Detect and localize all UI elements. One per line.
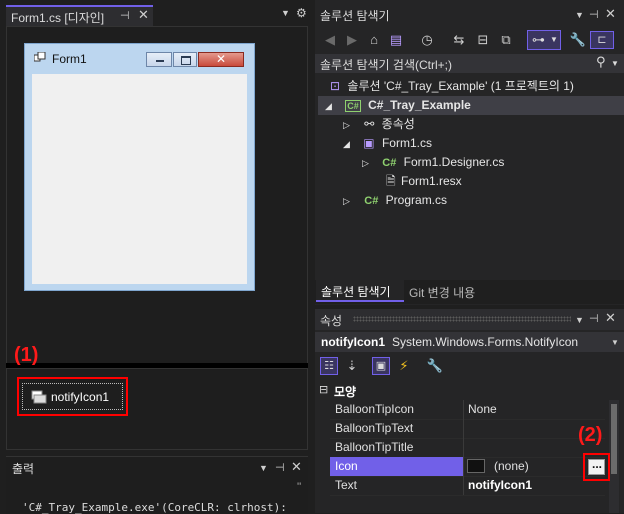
expanded-arrow-icon: ◢ bbox=[343, 139, 350, 149]
tab-git-changes[interactable]: Git 변경 내용 bbox=[409, 284, 475, 301]
props-close-icon[interactable]: ✕ bbox=[605, 310, 616, 326]
csharp-file-icon: C# bbox=[382, 157, 397, 169]
property-row-balloontipicon[interactable]: BalloonTipIcon None bbox=[330, 400, 605, 420]
tab-solution-explorer[interactable]: 솔루션 탐색기 bbox=[316, 280, 404, 302]
properties-toggle-button[interactable]: ⊏ bbox=[590, 31, 614, 49]
properties-titlebar: 속성 ▼ ⊣ ✕ bbox=[315, 309, 624, 330]
pending-changes-icon[interactable]: ◷ bbox=[418, 31, 436, 49]
tree-form1[interactable]: ◢ ▣ Form1.cs bbox=[343, 134, 432, 153]
object-type: System.Windows.Forms.NotifyIcon bbox=[392, 335, 579, 349]
search-options-icon[interactable]: ▼ bbox=[611, 59, 619, 68]
property-row-balloontiptext[interactable]: BalloonTipText bbox=[330, 419, 605, 439]
object-name: notifyIcon1 bbox=[321, 335, 386, 349]
preview-dropdown-icon: ▼ bbox=[550, 35, 558, 44]
dependencies-icon: ⚯ bbox=[364, 117, 375, 131]
tree-form1-resx[interactable]: 🗎 Form1.resx bbox=[386, 172, 462, 191]
tree-project[interactable]: ◢ C# C#_Tray_Example bbox=[325, 96, 471, 115]
se-dropdown-icon[interactable]: ▼ bbox=[575, 10, 584, 20]
output-close-icon[interactable]: ✕ bbox=[291, 459, 302, 475]
close-icon[interactable]: ✕ bbox=[138, 7, 149, 23]
properties-scrollbar[interactable] bbox=[609, 400, 619, 513]
form-client-area[interactable] bbox=[32, 74, 247, 284]
output-pin-icon[interactable]: ⊣ bbox=[275, 461, 285, 474]
object-dropdown-icon: ▼ bbox=[611, 338, 619, 347]
tree-dependencies[interactable]: ▷ ⚯ 종속성 bbox=[343, 115, 415, 134]
preview-icon: ⊶ bbox=[532, 32, 545, 47]
tree-form1-designer[interactable]: ▷ C# Form1.Designer.cs bbox=[362, 153, 504, 172]
collapse-all-icon[interactable]: ⊟ bbox=[474, 31, 492, 49]
property-row-balloontiptitle[interactable]: BalloonTipTitle bbox=[330, 438, 605, 458]
collapsed-arrow-icon: ▷ bbox=[362, 158, 369, 168]
dropdown-icon[interactable]: ▼ bbox=[281, 8, 290, 18]
callout-2: (2) bbox=[578, 424, 603, 446]
output-title: 출력 bbox=[12, 462, 35, 476]
properties-title: 속성 bbox=[320, 314, 343, 328]
notifyicon-label: notifyIcon1 bbox=[51, 390, 110, 404]
tree-solution[interactable]: ⊡ 솔루션 'C#_Tray_Example' (1 프로젝트의 1) bbox=[330, 77, 574, 96]
search-icon[interactable]: ⚲ bbox=[596, 54, 606, 70]
wrench-icon[interactable]: 🔧 bbox=[569, 31, 587, 49]
title-grip bbox=[353, 316, 571, 322]
icon-swatch bbox=[467, 459, 485, 473]
se-pin-icon[interactable]: ⊣ bbox=[589, 8, 599, 21]
csharp-file-icon: C# bbox=[364, 195, 379, 207]
scrollbar-thumb[interactable] bbox=[611, 404, 617, 474]
categorized-button[interactable]: ☷ bbox=[320, 357, 338, 375]
output-quote-glyph: '' bbox=[297, 481, 302, 493]
back-icon[interactable]: ◀ bbox=[321, 31, 339, 49]
properties-view-button[interactable]: ▣ bbox=[372, 357, 390, 375]
form-file-icon: ▣ bbox=[363, 136, 375, 150]
gear-icon[interactable]: ⚙ bbox=[296, 6, 307, 20]
notifyicon-icon bbox=[31, 390, 47, 404]
csproj-icon: C# bbox=[345, 100, 361, 112]
form-app-icon bbox=[33, 51, 46, 64]
sync-icon[interactable]: ⇆ bbox=[450, 31, 468, 49]
events-icon[interactable]: ⚡ bbox=[395, 357, 413, 375]
se-search-input[interactable]: 솔루션 탐색기 검색(Ctrl+;) bbox=[320, 56, 452, 73]
property-row-icon[interactable]: Icon (none) bbox=[330, 457, 605, 477]
collapse-category-icon: ⊟ bbox=[319, 384, 329, 396]
switch-views-icon[interactable]: ▤ bbox=[387, 31, 405, 49]
se-search-box[interactable]: 솔루션 탐색기 검색(Ctrl+;) ⚲ ▼ bbox=[315, 54, 624, 73]
props-pin-icon[interactable]: ⊣ bbox=[589, 312, 599, 325]
forward-icon[interactable]: ▶ bbox=[343, 31, 361, 49]
alphabetical-icon[interactable]: ⇣ bbox=[343, 357, 361, 375]
form-window[interactable]: Form1 ✕ bbox=[24, 43, 255, 291]
property-row-text[interactable]: Text notifyIcon1 bbox=[330, 476, 605, 496]
collapsed-arrow-icon: ▷ bbox=[343, 196, 350, 206]
se-close-icon[interactable]: ✕ bbox=[605, 6, 616, 22]
tree-program[interactable]: ▷ C# Program.cs bbox=[343, 191, 447, 210]
icon-ellipsis-button[interactable]: ... bbox=[588, 457, 605, 475]
preview-selected-button[interactable]: ⊶ ▼ bbox=[527, 30, 561, 50]
output-text: 'C#_Tray_Example.exe'(CoreCLR: clrhost):… bbox=[22, 501, 290, 514]
property-pages-icon[interactable]: 🔧 bbox=[426, 357, 444, 375]
minimize-button[interactable] bbox=[146, 52, 172, 67]
object-selector[interactable]: notifyIcon1 System.Windows.Forms.NotifyI… bbox=[315, 332, 624, 352]
form-close-button[interactable]: ✕ bbox=[198, 52, 244, 67]
maximize-button[interactable] bbox=[173, 52, 197, 67]
output-dropdown-icon[interactable]: ▼ bbox=[259, 463, 268, 473]
pin-icon[interactable]: ⊣ bbox=[120, 9, 130, 22]
show-all-files-icon[interactable]: ⧉ bbox=[497, 31, 515, 49]
designer-tab[interactable]: Form1.cs [디자인] ⊣ ✕ bbox=[6, 5, 153, 26]
form-title: Form1 bbox=[52, 52, 87, 66]
solution-icon: ⊡ bbox=[330, 79, 341, 93]
callout-1: (1) bbox=[14, 344, 39, 366]
home-icon[interactable]: ⌂ bbox=[365, 31, 383, 49]
resx-file-icon: 🗎 bbox=[386, 174, 396, 188]
expanded-arrow-icon: ◢ bbox=[325, 101, 332, 111]
notifyicon-component[interactable]: notifyIcon1 bbox=[17, 377, 128, 416]
props-dropdown-icon[interactable]: ▼ bbox=[575, 315, 584, 325]
solution-explorer-title: 솔루션 탐색기 bbox=[320, 9, 390, 23]
category-row[interactable]: ⊟ 모양 bbox=[315, 381, 607, 400]
designer-tab-title: Form1.cs [디자인] bbox=[11, 11, 105, 25]
category-label: 모양 bbox=[334, 385, 357, 399]
collapsed-arrow-icon: ▷ bbox=[343, 120, 350, 130]
